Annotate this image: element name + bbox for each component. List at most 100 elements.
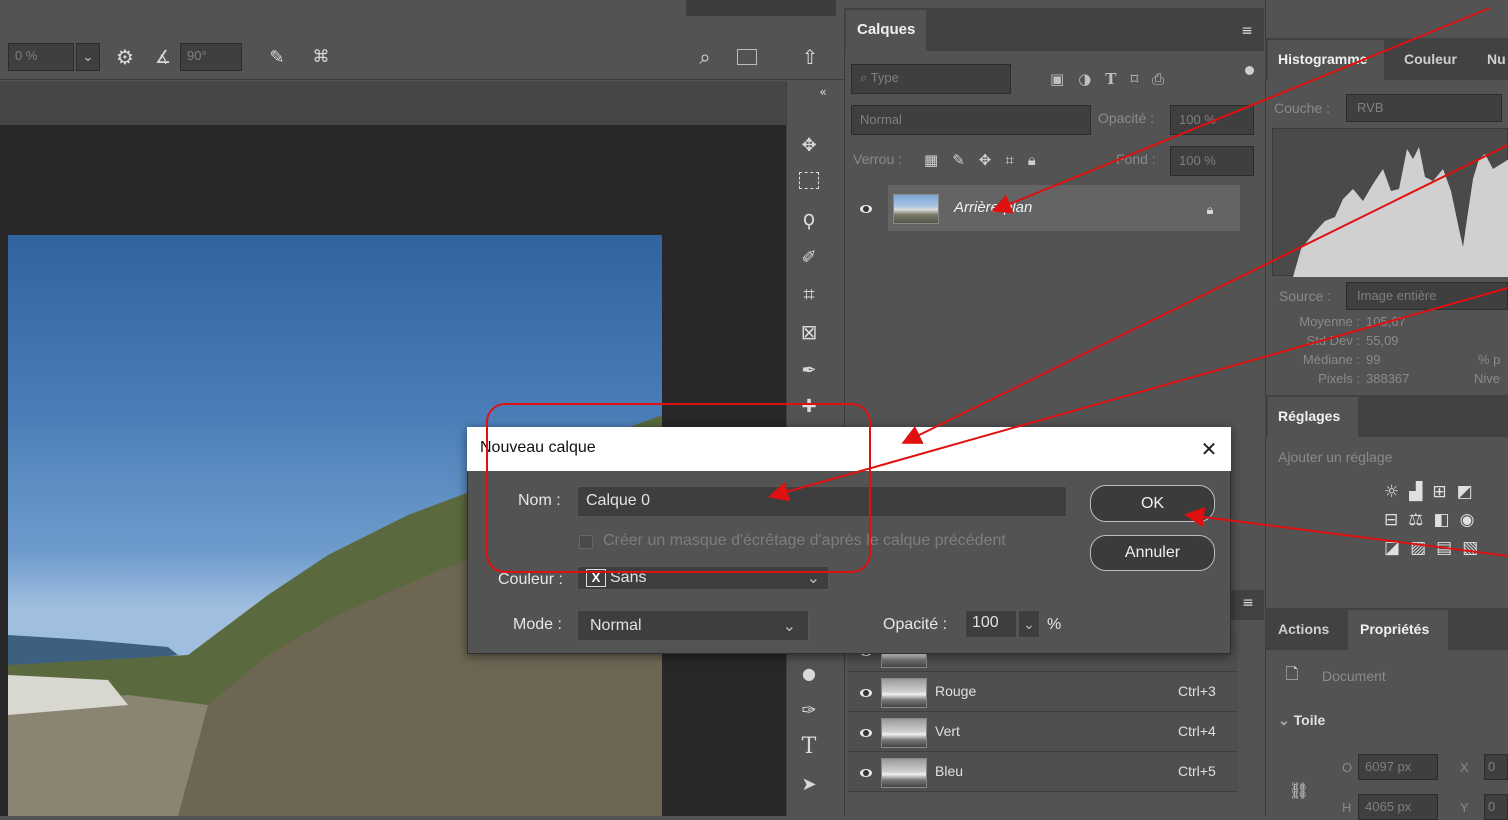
angle-input[interactable]: 90° [180, 43, 242, 71]
canvas-section-header[interactable]: ⌄ Toile [1278, 712, 1325, 729]
tab-couleur[interactable]: Couleur [1404, 51, 1457, 67]
selective-color-icon[interactable]: ▧ [1462, 538, 1478, 558]
tab-histogramme[interactable]: Histogramme [1268, 40, 1384, 80]
lock-transparency-icon[interactable]: ▦ [924, 151, 938, 169]
stat-level-label: Nive [1474, 371, 1501, 386]
channel-eye-icon[interactable] [860, 729, 872, 737]
layer-filter-label: Type [870, 70, 899, 85]
collapse-icon[interactable]: « [812, 84, 834, 100]
link-icon[interactable]: ⛓ [1289, 778, 1309, 802]
move-tool-icon[interactable]: ✥ [794, 131, 824, 159]
photo-filter-icon[interactable]: ◉ [1460, 510, 1475, 530]
pen-tool-icon[interactable]: ✑ [794, 696, 824, 724]
frame-tool-icon[interactable]: ⊠ [794, 318, 824, 346]
x-label: X [1460, 760, 1469, 775]
adjustment-filter-icon[interactable]: ◑ [1078, 70, 1091, 88]
channel-eye-icon[interactable] [860, 769, 872, 777]
search-icon[interactable]: ⌕ [692, 44, 718, 70]
shape-filter-icon[interactable]: ⌑ [1130, 70, 1138, 88]
tab-reglages[interactable]: Réglages [1268, 397, 1358, 437]
width-input[interactable]: 6097 px [1358, 754, 1438, 780]
y-input[interactable]: 0 p [1484, 794, 1508, 820]
cancel-button[interactable]: Annuler [1090, 535, 1215, 571]
gear-icon[interactable]: ⚙ [112, 44, 138, 70]
dialog-opacity-input[interactable]: 100 [965, 610, 1017, 638]
angle-icon[interactable]: ∡ [150, 44, 176, 70]
exposure-icon[interactable]: ◩ [1457, 482, 1473, 502]
symmetry-icon[interactable]: ⌘ [308, 44, 334, 70]
blur-tool-icon[interactable]: ● [794, 660, 824, 686]
bw-icon[interactable]: ◧ [1434, 510, 1450, 530]
document-icon: 🗋 [1285, 663, 1299, 683]
lock-paint-icon[interactable]: ✎ [952, 151, 965, 169]
filter-toggle[interactable] [1245, 66, 1254, 75]
levels-icon[interactable]: ▟ [1409, 482, 1422, 502]
panel-menu-icon[interactable]: ≡ [1236, 22, 1258, 40]
color-select[interactable]: X Sans ⌄ [577, 566, 829, 590]
lasso-tool-icon[interactable]: ϙ [794, 204, 824, 232]
tab-actions[interactable]: Actions [1278, 621, 1329, 637]
fill-input[interactable]: 100 % [1170, 146, 1254, 176]
layer-name[interactable]: Arrière-plan [954, 199, 1032, 216]
quick-select-icon[interactable]: ✐ [794, 243, 824, 271]
visibility-eye-icon[interactable] [860, 205, 872, 213]
layer-thumbnail [893, 194, 939, 224]
channels-menu-icon[interactable]: ≡ [1238, 594, 1258, 612]
healing-brush-icon[interactable]: ✚ [794, 392, 824, 420]
invert-icon[interactable]: ◪ [1384, 538, 1400, 558]
share-icon[interactable]: ⇧ [796, 44, 824, 70]
tab-nu[interactable]: Nu [1487, 51, 1506, 67]
channel-select[interactable]: RVB [1346, 94, 1502, 122]
lock-artboard-icon[interactable]: ⌗ [1005, 151, 1013, 169]
eyedropper-icon[interactable]: ✒ [794, 356, 824, 384]
brightness-icon[interactable]: ☼ [1384, 482, 1399, 502]
pixel-filter-icon[interactable]: ▣ [1050, 70, 1064, 88]
channel-shortcut: Ctrl+4 [1178, 723, 1216, 739]
clip-checkbox[interactable] [579, 535, 593, 549]
lock-position-icon[interactable]: ✥ [979, 151, 992, 169]
balance-icon[interactable]: ⚖ [1408, 510, 1423, 530]
close-icon[interactable]: ✕ [1196, 436, 1222, 462]
layer-filter-select[interactable]: ⌕ Type [851, 64, 1011, 94]
blend-mode-select[interactable]: Normal [851, 105, 1091, 135]
workspace-icon[interactable] [734, 46, 760, 68]
path-select-icon[interactable]: ➤ [794, 770, 824, 798]
channel-shortcut: Ctrl+3 [1178, 683, 1216, 699]
channel-eye-icon[interactable] [860, 689, 872, 697]
chevron-down-icon: ⌄ [1278, 712, 1290, 728]
layer-row-background[interactable] [888, 185, 1240, 231]
flow-dropdown[interactable]: ⌄ [76, 43, 100, 71]
opacity-dropdown[interactable]: ⌄ [1018, 610, 1040, 638]
vibrance-icon[interactable]: ⊟ [1384, 510, 1398, 530]
tab-proprietes[interactable]: Propriétés [1348, 610, 1448, 650]
posterize-icon[interactable]: ▨ [1410, 538, 1426, 558]
color-label: Couleur : [498, 571, 563, 588]
window-controls [686, 0, 836, 16]
histogram-graph [1272, 128, 1508, 277]
lock-all-icon[interactable]: 🔒︎ [1028, 151, 1036, 169]
x-input[interactable]: 0 p [1484, 754, 1508, 780]
curves-icon[interactable]: ⊞ [1432, 482, 1446, 502]
tab-calques[interactable]: Calques [846, 10, 926, 51]
pressure-icon[interactable]: ✎ [264, 44, 290, 70]
stat-pixels-value: 388367 [1366, 371, 1410, 386]
stat-std-label: Std Dev : [1306, 333, 1360, 348]
smart-object-filter-icon[interactable]: ⎙ [1152, 70, 1164, 88]
source-select[interactable]: Image entière [1346, 282, 1508, 310]
name-input[interactable]: Calque 0 [577, 486, 1067, 517]
flow-input[interactable]: 0 % [8, 43, 74, 71]
height-input[interactable]: 4065 px [1358, 794, 1438, 820]
type-tool-icon[interactable]: T [794, 732, 824, 760]
type-filter-icon[interactable]: T [1105, 70, 1116, 88]
mode-select[interactable]: Normal ⌄ [577, 610, 809, 641]
stat-pixels-label: Pixels : [1318, 371, 1360, 386]
crop-tool-icon[interactable]: ⌗ [794, 280, 824, 308]
stat-pct-label: % p [1478, 352, 1501, 367]
dialog-opacity-label: Opacité : [883, 616, 948, 633]
ok-button[interactable]: OK [1090, 485, 1215, 522]
gradient-map-icon[interactable]: ▤ [1436, 538, 1452, 558]
channel-name: Rouge [935, 683, 977, 699]
marquee-tool-icon[interactable] [794, 166, 824, 194]
opacity-input[interactable]: 100 % [1170, 105, 1254, 135]
stat-mean-label: Moyenne : [1299, 314, 1360, 329]
